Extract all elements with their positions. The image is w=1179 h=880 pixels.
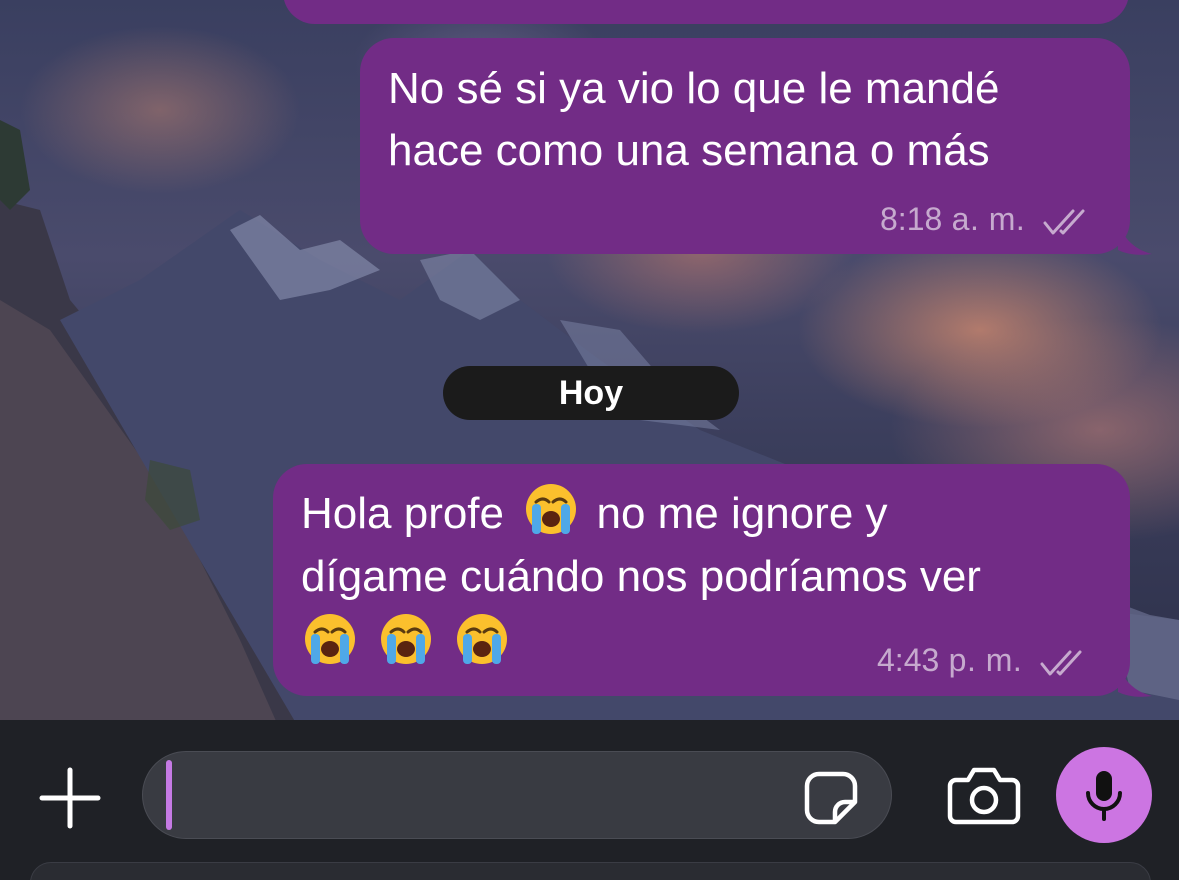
- bubble-tail: [1118, 222, 1152, 255]
- loudly-crying-face-emoji: [457, 614, 508, 664]
- plus-icon: [39, 767, 101, 829]
- message-line: dígame cuándo nos podríamos ver: [301, 552, 981, 601]
- message-line: Hola profe no me ignore y: [301, 482, 888, 545]
- voice-message-button[interactable]: [1056, 747, 1152, 843]
- text-cursor: [166, 760, 172, 830]
- message-timestamp: 8:18 a. m.: [880, 201, 1089, 238]
- message-line: hace como una semana o más: [388, 126, 990, 175]
- message-timestamp: 4:43 p. m.: [877, 642, 1086, 679]
- camera-button[interactable]: [946, 764, 1022, 828]
- sticker-button[interactable]: [801, 768, 861, 828]
- loudly-crying-face-emoji: [526, 484, 577, 534]
- message-emoji-line: [303, 612, 509, 675]
- chat-screen: No sé si ya vio lo que le mandé hace com…: [0, 0, 1179, 880]
- message-bubble[interactable]: No sé si ya vio lo que le mandé hace com…: [360, 38, 1130, 254]
- camera-icon: [947, 767, 1021, 825]
- message-bubble[interactable]: Hola profe no me ignore y dígame cuándo …: [273, 464, 1130, 696]
- message-bubble-previous[interactable]: [283, 0, 1129, 24]
- double-check-icon: [1040, 650, 1082, 676]
- loudly-crying-face-emoji: [305, 614, 355, 664]
- bottom-panel-edge: [30, 862, 1151, 880]
- bubble-tail: [1118, 664, 1152, 697]
- date-separator: Hoy: [443, 366, 739, 420]
- loudly-crying-face-emoji: [381, 614, 432, 664]
- message-input[interactable]: [142, 751, 892, 839]
- double-check-icon: [1043, 209, 1085, 235]
- sticker-icon: [804, 771, 858, 825]
- attach-button[interactable]: [36, 764, 104, 832]
- microphone-icon: [1086, 771, 1122, 821]
- message-line: No sé si ya vio lo que le mandé: [388, 64, 1000, 113]
